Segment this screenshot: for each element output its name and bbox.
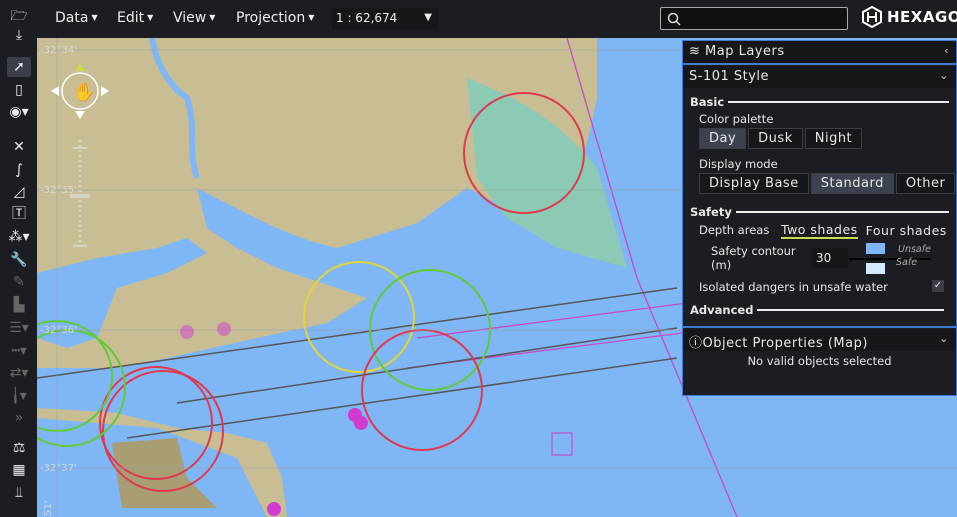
- projection-menu-label: Projection: [236, 10, 306, 26]
- select-arrow-icon[interactable]: ➚: [7, 57, 31, 77]
- map-layers-header[interactable]: ≋ Map Layers ‹: [683, 41, 956, 63]
- display-standard-button[interactable]: Standard: [810, 173, 894, 194]
- display-mode-toggle: Display Base Standard Other: [699, 173, 956, 194]
- shapes-icon[interactable]: ⁂▾: [7, 227, 31, 247]
- scale-value: 1 : 62,674: [336, 11, 398, 25]
- chart-icon[interactable]: ⫫: [7, 483, 31, 503]
- arrows-icon[interactable]: ⇄▾: [7, 363, 31, 383]
- palette-dusk-button[interactable]: Dusk: [748, 128, 803, 149]
- safety-contour-label: Safety contour (m): [711, 244, 796, 272]
- folder-open-icon[interactable]: 🗁: [7, 6, 31, 26]
- edit-menu[interactable]: Edit ▼: [117, 10, 153, 26]
- download-icon[interactable]: ⤓: [7, 25, 31, 45]
- hand-icon: ✋: [73, 81, 95, 103]
- scale-select[interactable]: 1 : 62,674 ▼: [332, 8, 438, 30]
- no-objects-message: No valid objects selected: [747, 354, 892, 368]
- isolated-dangers-label: Isolated dangers in unsafe water: [699, 280, 888, 294]
- safety-section: Safety: [683, 204, 956, 220]
- close-icon[interactable]: ✕: [7, 137, 31, 157]
- caret-down-icon: ▼: [209, 13, 216, 22]
- hexagon-logo: HEXAGON: [862, 6, 957, 28]
- hexagon-logo-icon: [862, 6, 882, 28]
- display-other-button[interactable]: Other: [895, 173, 956, 194]
- chevron-down-icon[interactable]: ⌄: [939, 69, 949, 82]
- unsafe-label: Unsafe: [898, 244, 931, 255]
- search-icon: [667, 12, 681, 26]
- data-menu[interactable]: Data ▼: [55, 10, 98, 26]
- map-layers-title: Map Layers: [705, 44, 785, 59]
- safety-contour-input[interactable]: 30: [812, 248, 848, 268]
- color-palette-toggle: Day Dusk Night: [699, 128, 956, 149]
- left-toolbar: 🗁 ⤓ ➚ ▯ ◉▾ ✕ ∫ ◿ 🅃 ⁂▾ 🔧 ✎ ▙ ☰▾ ┅▾ ⇄▾ ╽▾ …: [0, 0, 37, 517]
- basic-label: Basic: [690, 95, 725, 109]
- s101-style-header[interactable]: S-101 Style ⌄: [683, 66, 956, 88]
- lat-label: -32°36': [40, 325, 77, 336]
- dropdown-arrow-icon[interactable]: ▼: [424, 12, 432, 23]
- palette-day-button[interactable]: Day: [699, 128, 747, 149]
- isolated-dangers-checkbox[interactable]: ✓: [932, 280, 944, 292]
- basic-section: Basic: [683, 94, 956, 110]
- layers-icon[interactable]: ⚖: [7, 438, 31, 458]
- caret-down-icon: ▼: [91, 13, 98, 22]
- unsafe-swatch: [866, 243, 885, 254]
- lon-label: 51': [43, 501, 54, 516]
- four-shades-option[interactable]: Four shades: [866, 223, 947, 238]
- ruler-icon[interactable]: ▯: [7, 80, 31, 100]
- forward-icon[interactable]: »: [7, 408, 31, 428]
- advanced-label: Advanced: [690, 303, 754, 317]
- object-properties-title: Object Properties (Map): [702, 336, 868, 351]
- dashed-line-icon[interactable]: ┅▾: [7, 341, 31, 361]
- edit-menu-label: Edit: [117, 10, 145, 26]
- data-menu-label: Data: [55, 10, 89, 26]
- wrench-icon[interactable]: 🔧: [7, 250, 31, 270]
- s101-style-title: S-101 Style: [689, 69, 770, 84]
- safety-label: Safety: [690, 205, 732, 219]
- eye-icon[interactable]: ◉▾: [7, 102, 31, 122]
- chevron-left-icon[interactable]: ‹: [944, 44, 949, 57]
- display-mode-label: Display mode: [699, 157, 778, 171]
- logo-text: HEXAGON: [887, 8, 957, 26]
- view-menu[interactable]: View ▼: [173, 10, 215, 26]
- display-base-button[interactable]: Display Base: [699, 173, 809, 194]
- projection-menu[interactable]: Projection ▼: [236, 10, 314, 26]
- info-icon: ⓘ: [689, 336, 703, 351]
- caret-down-icon: ▼: [308, 13, 315, 22]
- brush-icon[interactable]: ✎: [7, 272, 31, 292]
- safe-swatch: [866, 263, 885, 274]
- polygon-icon[interactable]: ◿: [7, 182, 31, 202]
- object-properties-header[interactable]: ⓘObject Properties (Map) ⌄: [683, 329, 956, 351]
- table-icon[interactable]: ▦: [7, 460, 31, 480]
- top-bar: Data ▼ Edit ▼ View ▼ Projection ▼ 1 : 62,674…: [0, 0, 957, 38]
- lat-label: -32°34': [40, 45, 77, 56]
- search-input[interactable]: [660, 7, 848, 30]
- layers-stack-icon: ≋: [689, 44, 706, 59]
- contour-line: [849, 258, 931, 260]
- advanced-section[interactable]: Advanced‹: [683, 302, 957, 318]
- chevron-down-icon[interactable]: ⌄: [939, 332, 949, 345]
- lat-label: -32°37': [40, 463, 77, 474]
- polyline-icon[interactable]: ∫: [7, 160, 31, 180]
- pin-icon[interactable]: ╽▾: [7, 386, 31, 406]
- document-icon[interactable]: ▙: [7, 295, 31, 315]
- palette-night-button[interactable]: Night: [804, 128, 863, 149]
- color-palette-label: Color palette: [699, 112, 774, 126]
- text-icon[interactable]: 🅃: [7, 204, 31, 224]
- depth-areas-label: Depth areas: [699, 223, 770, 237]
- view-menu-label: View: [173, 10, 207, 26]
- side-panel: ≋ Map Layers ‹ S-101 Style ⌄ Basic Color p…: [682, 40, 957, 396]
- two-shades-option[interactable]: Two shades: [781, 222, 858, 239]
- caret-down-icon: ▼: [147, 13, 154, 22]
- safe-label: Safe: [896, 257, 918, 268]
- line-style-icon[interactable]: ☰▾: [7, 318, 31, 338]
